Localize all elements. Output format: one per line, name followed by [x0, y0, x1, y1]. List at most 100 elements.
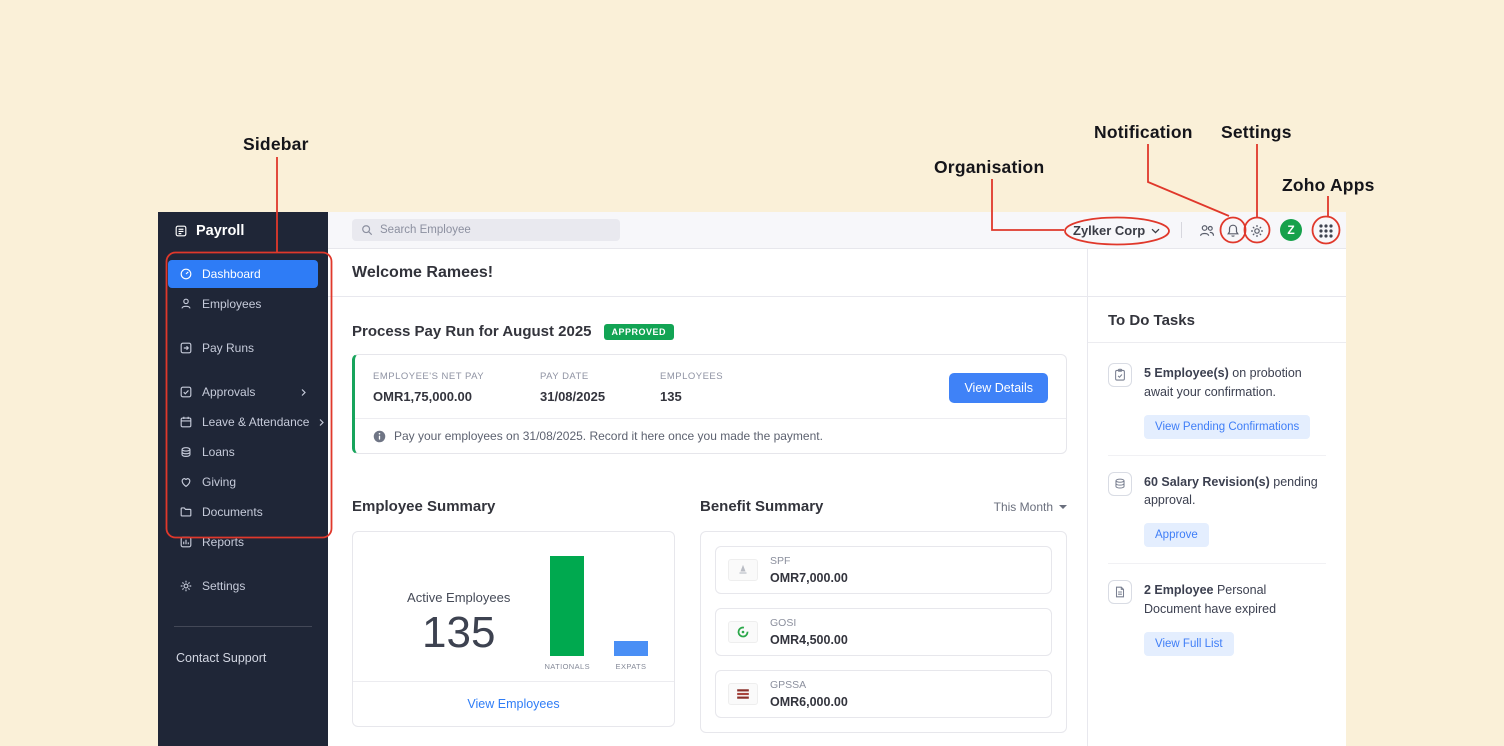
sidebar-group-gap [158, 320, 328, 332]
topbar: Zylker Corp Z [328, 212, 1346, 249]
task-text: 2 Employee Personal Document have expire… [1144, 580, 1326, 619]
net-pay-field: EMPLOYEE'S NET PAY OMR1,75,000.00 [373, 371, 540, 404]
benefit-row-gosi[interactable]: GOSI OMR4,500.00 [715, 608, 1052, 656]
benefit-period-filter[interactable]: This Month [994, 500, 1067, 514]
settings-gear-icon [179, 579, 193, 593]
pay-date-field: PAY DATE 31/08/2025 [540, 371, 660, 404]
sidebar-item-giving[interactable]: Giving [168, 468, 318, 496]
sidebar-item-pay-runs[interactable]: Pay Runs [168, 334, 318, 362]
sidebar-item-settings[interactable]: Settings [168, 572, 318, 600]
approved-badge: APPROVED [604, 324, 675, 340]
view-employees-link[interactable]: View Employees [467, 697, 559, 711]
document-expired-icon [1108, 580, 1132, 604]
zoho-apps-grid-icon[interactable] [1317, 212, 1335, 249]
avatar-letter: Z [1287, 223, 1294, 237]
leave-attendance-icon [179, 415, 193, 429]
search-box[interactable] [352, 219, 620, 241]
approvals-icon [179, 385, 193, 399]
search-icon [361, 224, 373, 236]
task-text: 60 Salary Revision(s) pending approval. [1144, 472, 1326, 511]
zoho-avatar[interactable]: Z [1280, 219, 1302, 241]
employee-summary-header: Employee Summary [352, 498, 675, 515]
payrun-note: Pay your employees on 31/08/2025. Record… [355, 418, 1066, 453]
coins-icon [1108, 472, 1132, 496]
field-label: PAY DATE [540, 371, 660, 382]
sidebar-item-dashboard[interactable]: Dashboard [168, 260, 318, 288]
referral-people-icon[interactable] [1198, 212, 1216, 249]
sidebar-item-label: Leave & Attendance [202, 415, 309, 429]
nationals-bar [550, 556, 584, 656]
nationals-bar-group: NATIONALS [544, 556, 590, 671]
sidebar-item-employees[interactable]: Employees [168, 290, 318, 318]
info-icon [373, 430, 386, 443]
sidebar-item-label: Dashboard [202, 267, 261, 281]
chevron-down-icon [1059, 505, 1067, 509]
payrun-note-text: Pay your employees on 31/08/2025. Record… [394, 429, 823, 443]
employees-icon [179, 297, 193, 311]
benefit-row-spf[interactable]: SPF OMR7,000.00 [715, 546, 1052, 594]
sidebar-group-gap [158, 364, 328, 376]
chevron-right-icon [318, 418, 325, 427]
sidebar-item-label: Reports [202, 535, 244, 549]
payroll-logo-icon [174, 224, 188, 238]
sidebar-item-approvals[interactable]: Approvals [168, 378, 318, 406]
employee-summary-body: Active Employees 135 NATIONALS [353, 532, 674, 681]
task-text: 5 Employee(s) on probotion await your co… [1144, 363, 1326, 402]
view-pending-confirmations-button[interactable]: View Pending Confirmations [1144, 415, 1310, 439]
approve-button[interactable]: Approve [1144, 523, 1209, 547]
todo-task-list: 5 Employee(s) on probotion await your co… [1088, 343, 1346, 676]
expats-bar [614, 641, 648, 656]
benefit-amount: OMR7,000.00 [770, 571, 848, 585]
payrun-title: Process Pay Run for August 2025 [352, 323, 592, 340]
dashboard-icon [179, 267, 193, 281]
organisation-selector[interactable]: Zylker Corp [1073, 212, 1160, 249]
app-brand: Payroll [158, 212, 328, 250]
reports-icon [179, 535, 193, 549]
field-label: EMPLOYEES [660, 371, 723, 382]
chevron-right-icon [300, 388, 307, 397]
benefit-summary-title: Benefit Summary [700, 498, 823, 515]
summary-sections: Employee Summary Active Employees 135 [352, 498, 1067, 733]
todo-panel-spacer [1088, 249, 1346, 297]
payrun-card: EMPLOYEE'S NET PAY OMR1,75,000.00 PAY DA… [352, 354, 1067, 454]
sidebar-group-gap [158, 558, 328, 570]
annotation-zoho-apps-label: Zoho Apps [1282, 175, 1375, 196]
todo-panel: To Do Tasks 5 Employee(s) on probotion a… [1088, 249, 1346, 746]
search-input[interactable] [380, 224, 611, 236]
sidebar-item-label: Documents [202, 505, 263, 519]
employee-bar-chart: NATIONALS EXPATS [544, 556, 652, 671]
screenshot-canvas: Sidebar Organisation Notification Settin… [0, 0, 1504, 746]
benefit-row-gpssa[interactable]: GPSSA OMR6,000.00 [715, 670, 1052, 718]
task-highlight: 2 Employee [1144, 583, 1213, 597]
payroll-app-window: Payroll Dashboard Employees Pay Runs [158, 212, 1346, 746]
sidebar-item-label: Giving [202, 475, 236, 489]
contact-support-link[interactable]: Contact Support [158, 627, 328, 689]
benefit-row-text: GOSI OMR4,500.00 [770, 617, 848, 647]
annotation-organisation-label: Organisation [934, 157, 1044, 178]
sidebar-item-leave-attendance[interactable]: Leave & Attendance [168, 408, 318, 436]
notification-bell-icon[interactable] [1225, 212, 1241, 249]
welcome-heading: Welcome Ramees! [328, 249, 1087, 297]
payrun-header: Process Pay Run for August 2025 APPROVED [352, 323, 1067, 340]
loans-icon [179, 445, 193, 459]
view-full-list-button[interactable]: View Full List [1144, 632, 1234, 656]
pay-runs-icon [179, 341, 193, 355]
sidebar-item-label: Approvals [202, 385, 255, 399]
content-column: Welcome Ramees! Process Pay Run for Augu… [328, 249, 1088, 746]
dashboard-content: Process Pay Run for August 2025 APPROVED… [328, 297, 1087, 746]
benefit-summary-header: Benefit Summary This Month [700, 498, 1067, 515]
sidebar-item-reports[interactable]: Reports [168, 528, 318, 556]
todo-task-probation: 5 Employee(s) on probotion await your co… [1108, 347, 1326, 455]
expats-bar-label: EXPATS [616, 662, 647, 671]
app-brand-label: Payroll [196, 223, 244, 239]
view-details-button[interactable]: View Details [949, 373, 1048, 403]
benefit-summary-card: SPF OMR7,000.00 [700, 531, 1067, 733]
settings-gear-icon[interactable] [1249, 212, 1265, 249]
sidebar-menu: Dashboard Employees Pay Runs Approvals [158, 250, 328, 602]
benefit-amount: OMR4,500.00 [770, 633, 848, 647]
sidebar-item-loans[interactable]: Loans [168, 438, 318, 466]
employee-summary-section: Employee Summary Active Employees 135 [352, 498, 675, 733]
sidebar-item-documents[interactable]: Documents [168, 498, 318, 526]
sidebar-item-label: Employees [202, 297, 261, 311]
task-highlight: 60 Salary Revision(s) [1144, 475, 1270, 489]
